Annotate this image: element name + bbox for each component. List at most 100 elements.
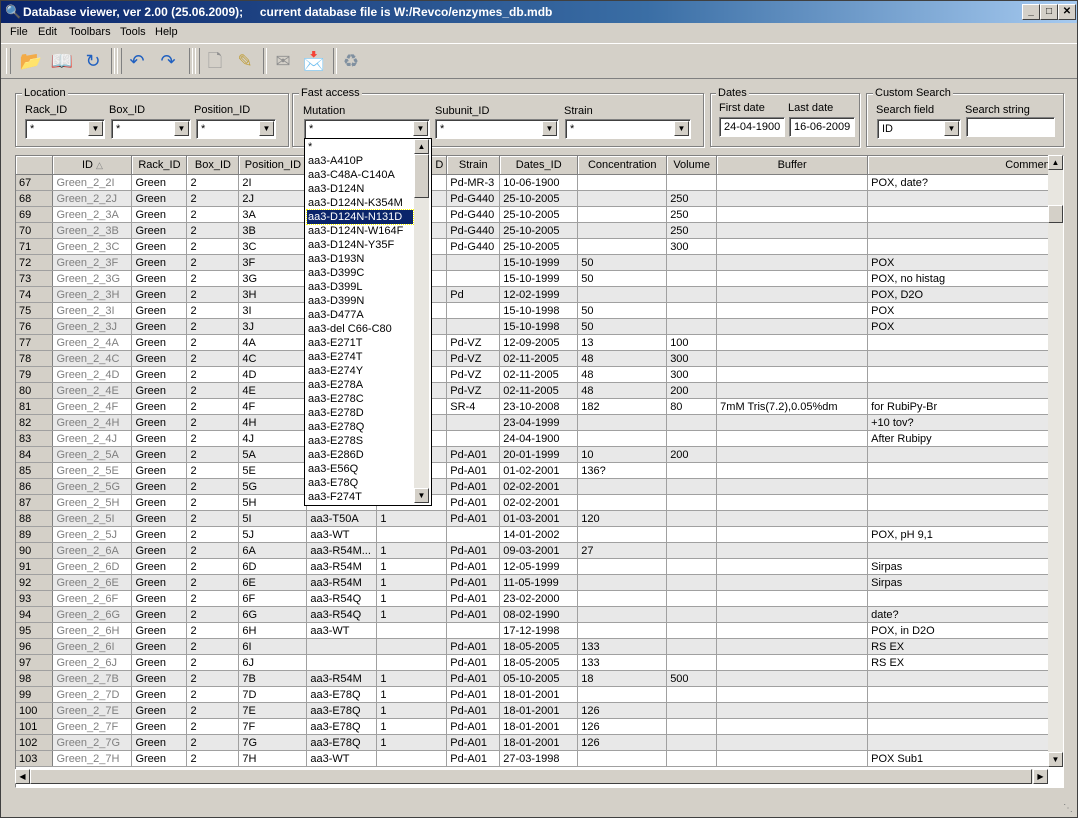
table-cell[interactable] — [376, 622, 448, 639]
table-cell[interactable]: Pd-A01 — [446, 446, 501, 463]
table-cell[interactable]: Green — [131, 462, 188, 479]
table-cell[interactable]: Pd-A01 — [446, 542, 501, 559]
table-cell[interactable]: 02-11-2005 — [499, 350, 579, 367]
table-cell-id[interactable]: Green_2_5J — [52, 526, 133, 543]
table-cell[interactable]: 133 — [577, 638, 668, 655]
table-cell[interactable] — [666, 654, 718, 671]
table-cell[interactable] — [577, 622, 668, 639]
table-cell[interactable]: Pd-VZ — [446, 334, 501, 351]
table-cell[interactable]: Green — [131, 670, 188, 687]
new-record-icon[interactable]: 🗋 — [203, 49, 227, 73]
table-cell[interactable]: 2 — [186, 446, 240, 463]
table-cell[interactable] — [577, 606, 668, 623]
open-book-icon[interactable]: 📖 — [50, 49, 74, 73]
row-header[interactable]: 87 — [16, 494, 54, 511]
table-cell[interactable]: 5E — [238, 462, 308, 479]
close-button[interactable]: ✕ — [1058, 4, 1076, 20]
table-cell[interactable] — [867, 206, 1063, 223]
row-header-corner[interactable] — [16, 156, 54, 175]
table-row[interactable]: 90 Green_2_6A Green 2 6A aa3-R54M... 1 Pd-A01 09… — [16, 542, 1063, 559]
table-cell[interactable]: Green — [131, 622, 188, 639]
table-cell[interactable] — [716, 478, 869, 495]
table-cell[interactable]: 7F — [238, 718, 308, 735]
table-cell[interactable]: Pd-A01 — [446, 478, 501, 495]
table-cell[interactable] — [446, 270, 501, 287]
table-cell[interactable]: 24-04-1900 — [499, 430, 579, 447]
table-cell[interactable]: 08-02-1990 — [499, 606, 579, 623]
table-cell[interactable]: 18-01-2001 — [499, 718, 579, 735]
table-cell[interactable]: 15-10-1998 — [499, 318, 579, 335]
table-cell[interactable] — [867, 334, 1063, 351]
table-cell[interactable] — [716, 574, 869, 591]
table-cell[interactable]: 6F — [238, 590, 308, 607]
table-row[interactable]: 74 Green_2_3H Green 2 3H Pd 12-02-1999 POX, D2O — [16, 286, 1063, 303]
table-cell[interactable]: Green — [131, 286, 188, 303]
table-cell[interactable]: 1 — [376, 718, 448, 735]
table-cell[interactable]: 02-02-2001 — [499, 478, 579, 495]
row-header[interactable]: 75 — [16, 302, 54, 319]
table-cell[interactable]: 7G — [238, 734, 308, 751]
table-cell[interactable]: 500 — [666, 670, 718, 687]
table-cell[interactable] — [716, 670, 869, 687]
table-cell[interactable]: 11-05-1999 — [499, 574, 579, 591]
table-cell[interactable] — [716, 638, 869, 655]
table-cell[interactable]: 1 — [376, 574, 448, 591]
table-cell[interactable]: for RubiPy-Br — [867, 398, 1063, 415]
table-cell[interactable] — [577, 430, 668, 447]
horizontal-scrollbar[interactable]: ◀ ▶ — [15, 769, 1048, 784]
table-cell[interactable]: 1 — [376, 702, 448, 719]
table-cell[interactable]: Pd-A01 — [446, 574, 501, 591]
scroll-up-icon[interactable]: ▲ — [1048, 155, 1063, 170]
table-cell[interactable] — [666, 526, 718, 543]
table-cell[interactable]: 15-10-1998 — [499, 302, 579, 319]
menu-file[interactable]: File — [10, 26, 28, 38]
table-cell[interactable]: 01-03-2001 — [499, 510, 579, 527]
table-cell-id[interactable]: Green_2_3I — [52, 302, 133, 319]
table-cell[interactable]: 3I — [238, 302, 308, 319]
table-cell[interactable] — [867, 542, 1063, 559]
row-header[interactable]: 80 — [16, 382, 54, 399]
table-cell-id[interactable]: Green_2_4C — [52, 350, 133, 367]
table-cell[interactable]: 2 — [186, 654, 240, 671]
table-cell[interactable]: POX, no histag — [867, 270, 1063, 287]
table-cell[interactable]: Green — [131, 430, 188, 447]
table-cell[interactable]: 05-10-2005 — [499, 670, 579, 687]
table-cell[interactable]: 2 — [186, 382, 240, 399]
table-cell[interactable] — [716, 510, 869, 527]
table-cell[interactable]: Green — [131, 302, 188, 319]
table-row[interactable]: 79 Green_2_4D Green 2 4D Pd-VZ 02-11-2005 48 300 — [16, 366, 1063, 383]
table-cell[interactable]: 23-10-2008 — [499, 398, 579, 415]
table-cell[interactable]: POX, in D2O — [867, 622, 1063, 639]
scroll-thumb[interactable] — [30, 769, 1032, 784]
chevron-down-icon[interactable]: ▼ — [259, 121, 274, 136]
box-id-combo[interactable]: * ▼ — [111, 119, 191, 139]
table-cell[interactable]: 6H — [238, 622, 308, 639]
table-cell[interactable] — [867, 190, 1063, 207]
table-cell[interactable]: 7B — [238, 670, 308, 687]
table-cell[interactable]: 4F — [238, 398, 308, 415]
table-cell[interactable]: POX Sub1 — [867, 750, 1063, 767]
row-header[interactable]: 82 — [16, 414, 54, 431]
table-cell[interactable]: 2 — [186, 286, 240, 303]
menu-help[interactable]: Help — [155, 26, 178, 38]
table-cell[interactable]: Green — [131, 654, 188, 671]
dropdown-option[interactable]: aa3-E278D — [308, 406, 413, 420]
dropdown-option[interactable]: aa3-D399L — [308, 280, 413, 294]
table-row[interactable]: 102 Green_2_7G Green 2 7G aa3-E78Q 1 Pd-A01 18-0… — [16, 734, 1063, 751]
table-cell[interactable] — [867, 670, 1063, 687]
table-cell[interactable] — [867, 494, 1063, 511]
table-cell[interactable] — [716, 206, 869, 223]
chevron-down-icon[interactable]: ▼ — [88, 121, 103, 136]
table-cell[interactable]: Green — [131, 590, 188, 607]
recycle-bin-icon[interactable]: ♻ — [339, 49, 363, 73]
table-cell[interactable] — [867, 366, 1063, 383]
table-cell[interactable]: 1 — [376, 590, 448, 607]
table-cell[interactable]: aa3-E78Q — [306, 702, 378, 719]
dropdown-option[interactable]: aa3-E274Y — [308, 364, 413, 378]
dropdown-option[interactable]: aa3-D124N-N131D — [306, 209, 414, 225]
table-cell-id[interactable]: Green_2_3G — [52, 270, 133, 287]
table-cell-id[interactable]: Green_2_5G — [52, 478, 133, 495]
table-row[interactable]: 87 Green_2_5H Green 2 5H Pd-A01 02-02-2001 — [16, 494, 1063, 511]
row-header[interactable]: 72 — [16, 254, 54, 271]
row-header[interactable]: 93 — [16, 590, 54, 607]
